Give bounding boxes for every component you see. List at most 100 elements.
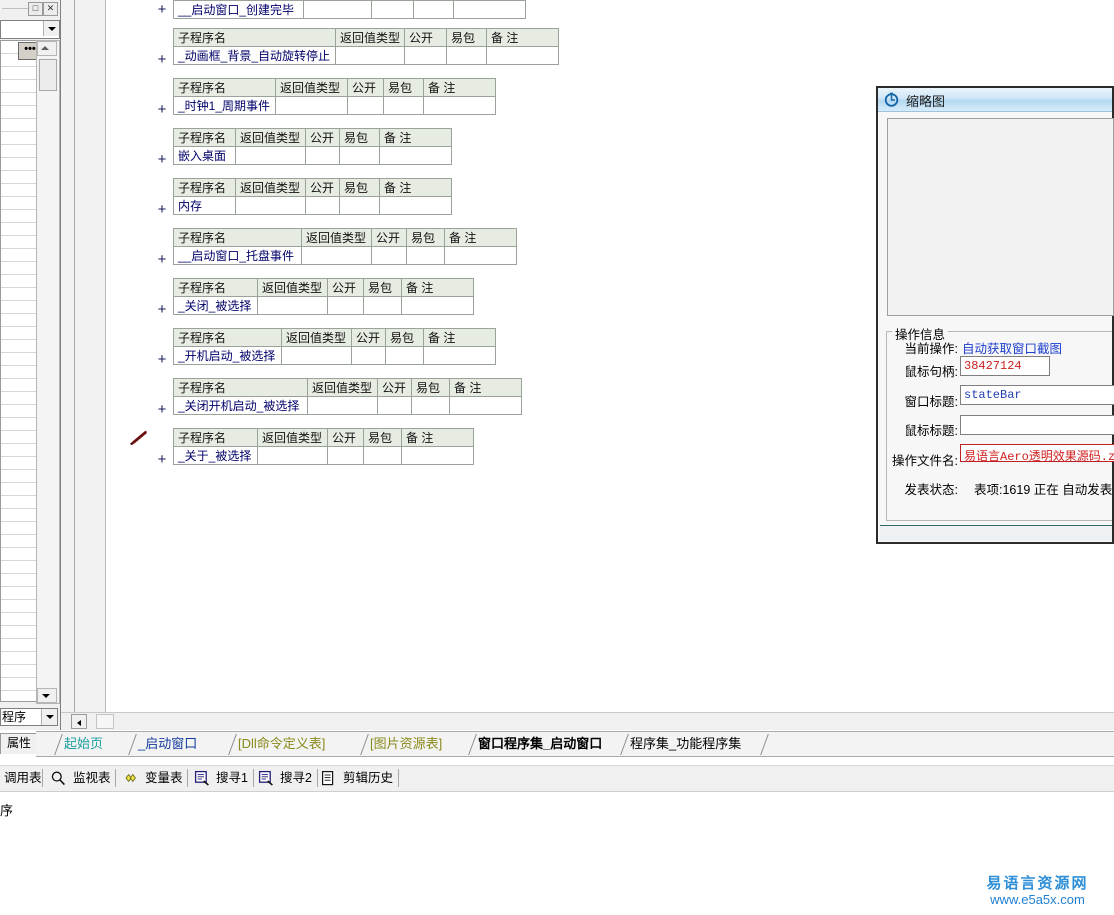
subroutine-name-cell[interactable]: _关闭开机启动_被选择	[174, 397, 308, 415]
subroutine-value-cell[interactable]	[306, 147, 340, 165]
subroutine-value-cell[interactable]	[445, 247, 517, 265]
document-tab[interactable]: 起始页	[54, 734, 128, 754]
subroutine-value-cell[interactable]	[258, 297, 328, 315]
properties-scrollbar[interactable]	[36, 40, 60, 704]
subroutine-name-cell[interactable]: _关闭_被选择	[174, 297, 258, 315]
subroutine-name-cell[interactable]: _动画框_背景_自动旋转停止	[174, 47, 336, 65]
toolbar-button[interactable]: 搜寻2	[280, 766, 312, 790]
editor-horizontal-scrollbar[interactable]	[61, 712, 1114, 730]
document-tab[interactable]: _启动窗口	[128, 734, 228, 754]
subroutine-value-cell[interactable]	[276, 97, 348, 115]
table-row[interactable]: __启动窗口_托盘事件	[174, 247, 517, 265]
field-input[interactable]	[960, 415, 1114, 435]
subroutine-value-cell[interactable]	[258, 447, 328, 465]
subroutine-value-cell[interactable]	[407, 247, 445, 265]
toolbar-button[interactable]: 变量表	[145, 766, 183, 790]
bottom-toolbar[interactable]: 调用表 监视表 变量表 搜寻1 搜寻2 剪辑历史	[0, 765, 1114, 792]
subroutine-block[interactable]: 子程序名返回值类型公开易包备 注_关闭_被选择	[173, 278, 474, 315]
subroutine-block[interactable]: 子程序名返回值类型公开易包备 注_动画框_背景_自动旋转停止	[173, 28, 559, 65]
expander-toggle[interactable]: +	[156, 4, 168, 16]
subroutine-value-cell[interactable]	[386, 347, 424, 365]
thumbnail-window[interactable]: 缩略图 操作信息 当前操作:自动获取窗口截图鼠标句柄:38427124窗口标题:…	[876, 86, 1114, 544]
document-tab[interactable]: [图片资源表]	[360, 734, 468, 754]
table-row[interactable]: _动画框_背景_自动旋转停止	[174, 47, 559, 65]
subroutine-name-cell[interactable]: 嵌入桌面	[174, 147, 236, 165]
tab-properties[interactable]: 属性	[0, 733, 38, 754]
subroutine-value-cell[interactable]	[306, 197, 340, 215]
thumbnail-preview-area[interactable]	[887, 118, 1114, 316]
subroutine-value-cell[interactable]	[402, 447, 474, 465]
expander-toggle[interactable]: +	[156, 254, 168, 266]
toolbar-button[interactable]: 监视表	[73, 766, 111, 790]
maximize-button[interactable]: □	[28, 2, 43, 16]
scroll-down-button[interactable]	[37, 688, 57, 703]
subroutine-value-cell[interactable]	[402, 297, 474, 315]
subroutine-value-cell[interactable]	[364, 447, 402, 465]
subroutine-block[interactable]: __启动窗口_创建完毕	[173, 0, 526, 19]
expander-toggle[interactable]: +	[156, 204, 168, 216]
table-row[interactable]: _关闭开机启动_被选择	[174, 397, 522, 415]
program-scope-combo[interactable]: 程序	[0, 708, 58, 726]
expander-toggle[interactable]: +	[156, 154, 168, 166]
subroutine-value-cell[interactable]	[372, 1, 414, 19]
toolbar-button[interactable]: 调用表	[4, 766, 42, 790]
subroutine-value-cell[interactable]	[328, 297, 364, 315]
subroutine-value-cell[interactable]	[405, 47, 447, 65]
chevron-down-icon[interactable]	[43, 21, 59, 36]
properties-object-combo[interactable]	[0, 20, 60, 39]
subroutine-name-cell[interactable]: __启动窗口_创建完毕	[174, 1, 304, 19]
subroutine-block[interactable]: 子程序名返回值类型公开易包备 注_关于_被选择	[173, 428, 474, 465]
subroutine-block[interactable]: 子程序名返回值类型公开易包备 注_开机启动_被选择	[173, 328, 496, 365]
subroutine-value-cell[interactable]	[447, 47, 487, 65]
subroutine-value-cell[interactable]	[348, 97, 384, 115]
table-row[interactable]: _关于_被选择	[174, 447, 474, 465]
table-row[interactable]: _开机启动_被选择	[174, 347, 496, 365]
subroutine-value-cell[interactable]	[454, 1, 526, 19]
subroutine-value-cell[interactable]	[282, 347, 352, 365]
subroutine-value-cell[interactable]	[412, 397, 450, 415]
table-row[interactable]: 嵌入桌面	[174, 147, 452, 165]
document-tab[interactable]: [Dll命令定义表]	[228, 734, 360, 754]
thumbnail-window-titlebar[interactable]: 缩略图	[878, 88, 1112, 112]
close-button[interactable]: ✕	[43, 2, 58, 16]
table-row[interactable]: 内存	[174, 197, 452, 215]
expander-toggle[interactable]: +	[156, 354, 168, 366]
table-row[interactable]: __启动窗口_创建完毕	[174, 1, 526, 19]
subroutine-value-cell[interactable]	[352, 347, 386, 365]
subroutine-block[interactable]: 子程序名返回值类型公开易包备 注内存	[173, 178, 452, 215]
subroutine-value-cell[interactable]	[380, 197, 452, 215]
subroutine-name-cell[interactable]: _关于_被选择	[174, 447, 258, 465]
subroutine-value-cell[interactable]	[302, 247, 372, 265]
subroutine-value-cell[interactable]	[414, 1, 454, 19]
subroutine-block[interactable]: 子程序名返回值类型公开易包备 注__启动窗口_托盘事件	[173, 228, 517, 265]
toolbar-button[interactable]: 搜寻1	[216, 766, 248, 790]
subroutine-block[interactable]: 子程序名返回值类型公开易包备 注_关闭开机启动_被选择	[173, 378, 522, 415]
subroutine-value-cell[interactable]	[487, 47, 559, 65]
subroutine-name-cell[interactable]: __启动窗口_托盘事件	[174, 247, 302, 265]
subroutine-value-cell[interactable]	[236, 147, 306, 165]
subroutine-value-cell[interactable]	[424, 347, 496, 365]
field-link[interactable]: 自动获取窗口截图	[962, 338, 1062, 357]
expander-toggle[interactable]: +	[156, 104, 168, 116]
scroll-up-button[interactable]	[37, 41, 57, 56]
subroutine-value-cell[interactable]	[308, 397, 378, 415]
subroutine-value-cell[interactable]	[304, 1, 372, 19]
subroutine-value-cell[interactable]	[340, 197, 380, 215]
subroutine-value-cell[interactable]	[424, 97, 496, 115]
document-tab[interactable]: 程序集_功能程序集	[620, 734, 760, 754]
subroutine-name-cell[interactable]: 内存	[174, 197, 236, 215]
subroutine-name-cell[interactable]: _时钟1_周期事件	[174, 97, 276, 115]
subroutine-value-cell[interactable]	[236, 197, 306, 215]
subroutine-value-cell[interactable]	[364, 297, 402, 315]
hscroll-thumb[interactable]	[96, 714, 114, 729]
chevron-down-icon[interactable]	[41, 709, 57, 725]
scroll-left-button[interactable]	[71, 714, 87, 729]
table-row[interactable]: _时钟1_周期事件	[174, 97, 496, 115]
subroutine-block[interactable]: 子程序名返回值类型公开易包备 注嵌入桌面	[173, 128, 452, 165]
table-row[interactable]: _关闭_被选择	[174, 297, 474, 315]
expander-toggle[interactable]: +	[156, 304, 168, 316]
toolbar-button[interactable]: 剪辑历史	[343, 766, 393, 790]
subroutine-value-cell[interactable]	[384, 97, 424, 115]
subroutine-value-cell[interactable]	[450, 397, 522, 415]
expander-toggle[interactable]: +	[156, 54, 168, 66]
